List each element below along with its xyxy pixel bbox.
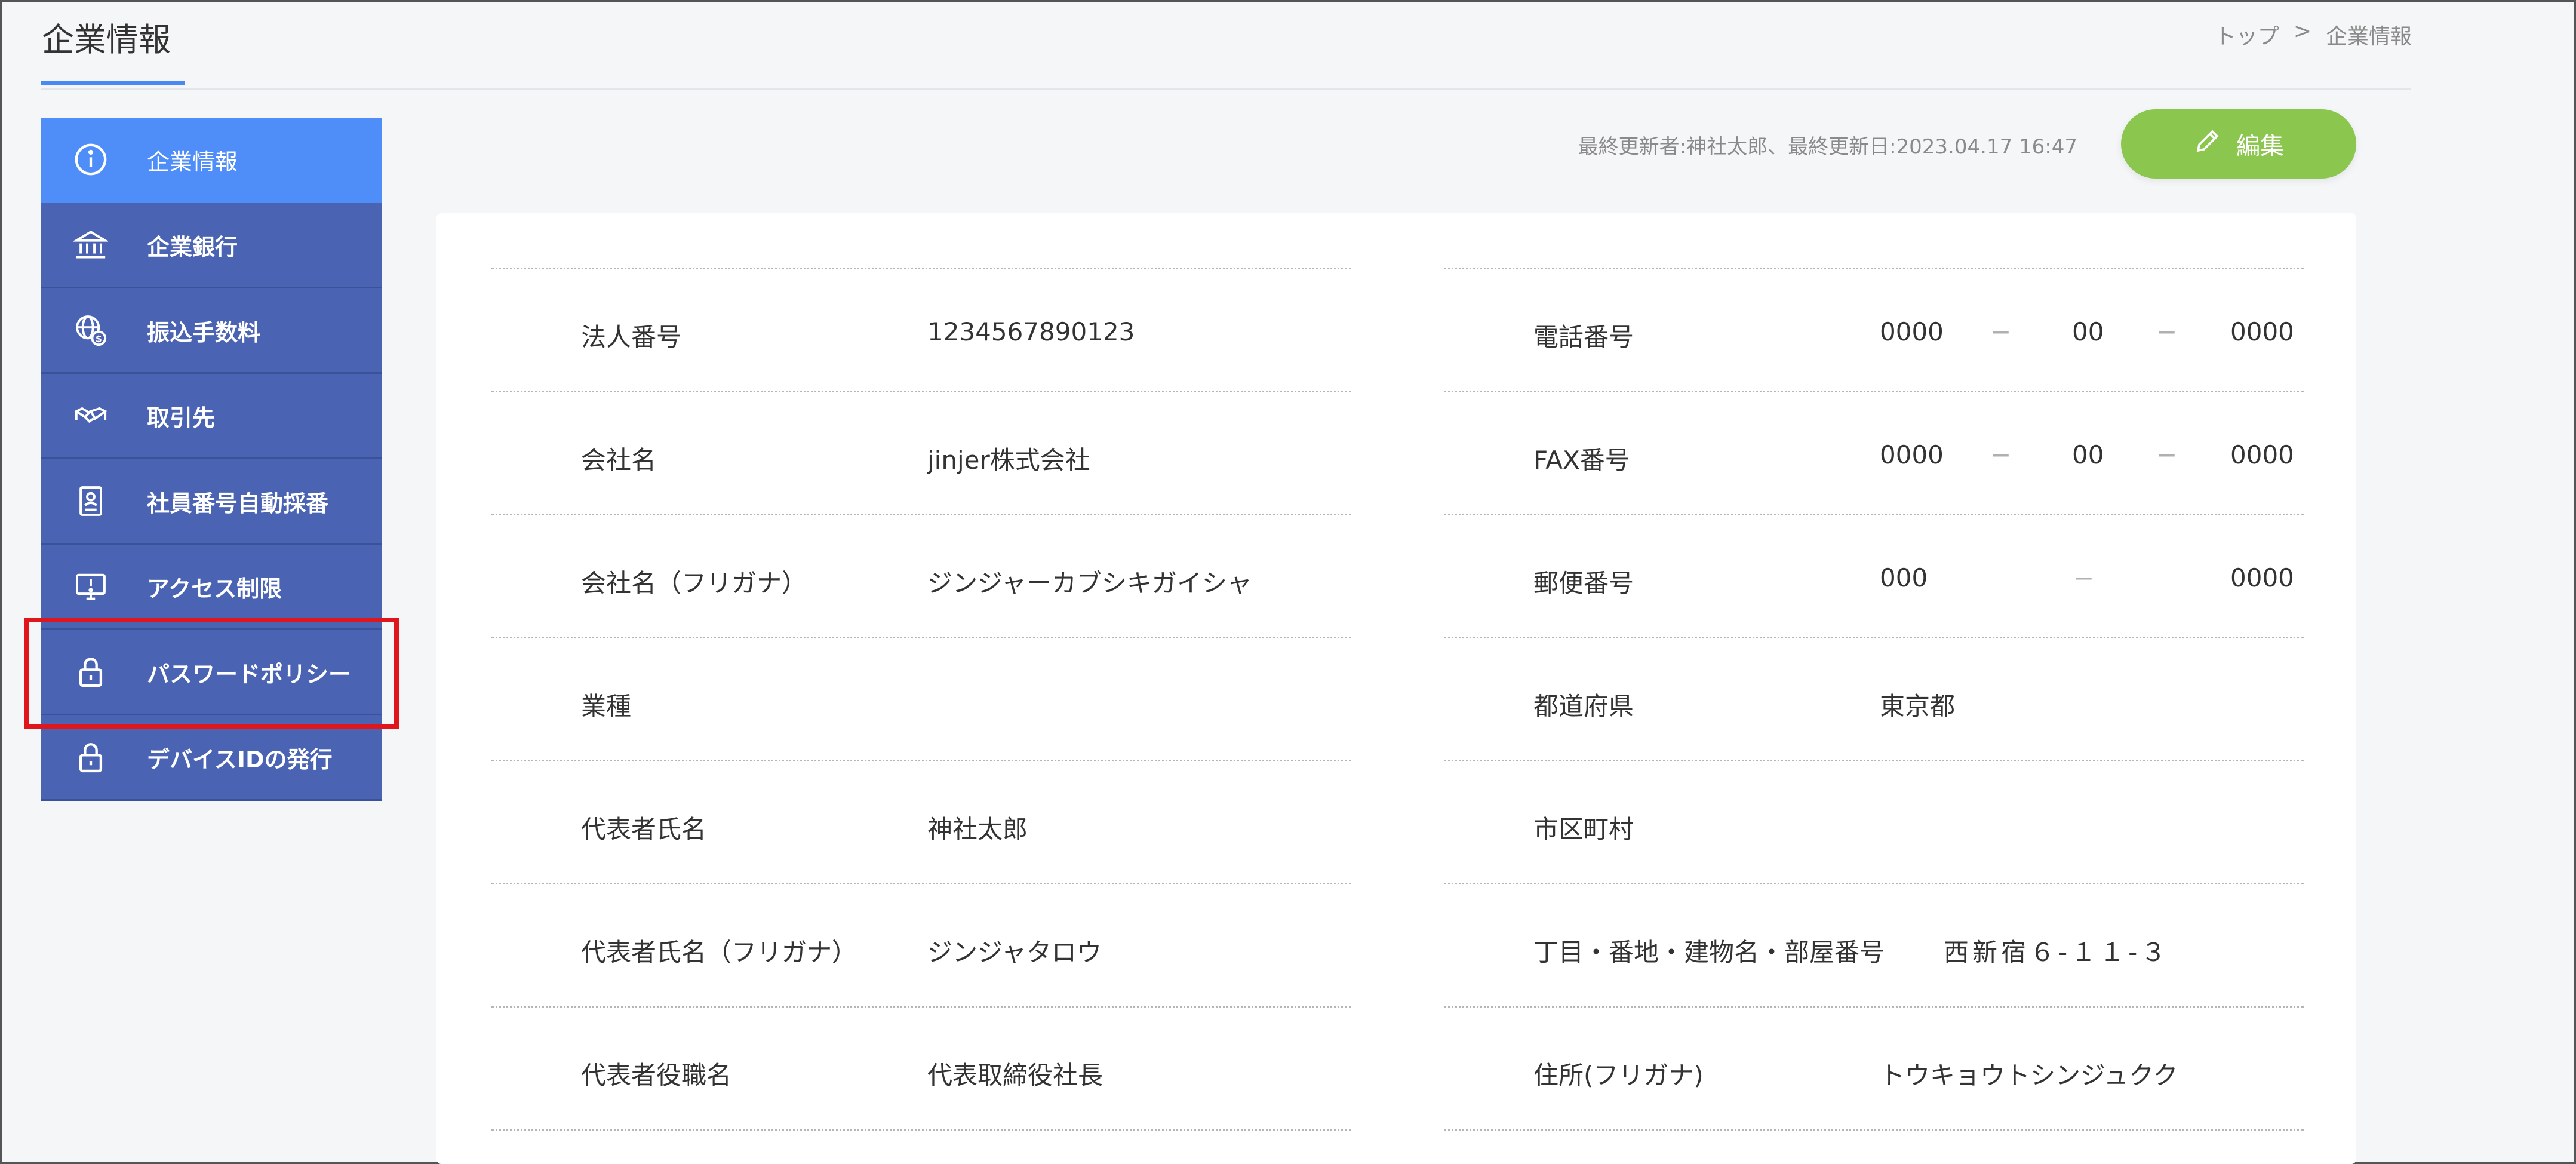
field-value: 代表取締役社長 — [927, 1061, 1103, 1090]
postal-separator: − — [2073, 563, 2095, 592]
field-row: 住所(フリガナ) トウキョウトシンジュクク — [1444, 1006, 2304, 1131]
sidebar-item-employee-number[interactable]: 社員番号自動採番 — [41, 459, 382, 545]
breadcrumb-separator: > — [2293, 19, 2311, 44]
field-value: 神社太郎 — [927, 815, 1028, 844]
field-value: ジンジャーカブシキガイシャ — [927, 569, 1252, 598]
field-value: 東京都 — [1880, 692, 1956, 721]
postal-part-2: 0000 — [2230, 563, 2294, 592]
field-row: 会社名 jinjer株式会社 — [491, 391, 1351, 514]
info-icon — [67, 142, 115, 177]
sidebar-item-label: 企業情報 — [147, 148, 238, 175]
sidebar-item-company-bank[interactable]: 企業銀行 — [41, 203, 382, 288]
handshake-icon — [67, 398, 115, 433]
monitor-alert-icon — [67, 569, 115, 604]
field-row: 代表者役職名 代表取締役社長 — [491, 1006, 1351, 1131]
fax-part-3: 0000 — [2230, 440, 2294, 469]
edit-button-label: 編集 — [2236, 133, 2284, 160]
phone-part-1: 0000 — [1880, 317, 1944, 346]
sidebar-item-label: 企業銀行 — [147, 234, 238, 260]
field-row: 法人番号 1234567890123 — [491, 268, 1351, 391]
field-label: 会社名（フリガナ） — [581, 569, 807, 598]
field-label: 住所(フリガナ) — [1533, 1061, 1704, 1090]
fax-row: FAX番号 0000 − 00 − 0000 — [1444, 391, 2304, 514]
company-fields-right: 電話番号 0000 − 00 − 0000 FAX番号 0000 − 00 − … — [1444, 268, 2304, 1131]
highlight-annotation-box — [24, 618, 399, 729]
field-label: 丁目・番地・建物名・部屋番号 — [1533, 938, 1885, 967]
sidebar-item-label: デバイスIDの発行 — [147, 746, 333, 773]
field-label: 法人番号 — [581, 323, 682, 352]
field-value: jinjer株式会社 — [927, 446, 1090, 475]
field-label: 郵便番号 — [1533, 569, 1634, 598]
field-row: 会社名（フリガナ） ジンジャーカブシキガイシャ — [491, 514, 1351, 637]
field-value: 西新宿６-１１-３ — [1944, 938, 2170, 967]
globe-money-icon: $ — [67, 313, 115, 348]
last-updated-info: 最終更新者:神社太郎、最終更新日:2023.04.17 16:47 — [1578, 135, 2077, 159]
field-label: 代表者役職名 — [581, 1061, 732, 1090]
phone-separator: − — [1990, 317, 2012, 346]
title-underline — [41, 81, 185, 85]
field-label: 都道府県 — [1533, 692, 1634, 721]
field-row: 業種 — [491, 637, 1351, 760]
company-fields-left: 法人番号 1234567890123 会社名 jinjer株式会社 会社名（フリ… — [491, 268, 1351, 1131]
svg-text:$: $ — [96, 333, 102, 344]
fax-separator: − — [1990, 440, 2012, 469]
phone-part-2: 00 — [2072, 317, 2104, 346]
field-row: 都道府県 東京都 — [1444, 637, 2304, 760]
field-value: 1234567890123 — [927, 317, 1135, 346]
breadcrumb: トップ > 企業情報 — [2215, 19, 2412, 50]
field-value: ジンジャタロウ — [927, 938, 1102, 967]
sidebar-item-company-info[interactable]: 企業情報 — [41, 118, 382, 203]
field-value: トウキョウトシンジュクク — [1880, 1061, 2178, 1090]
field-label: 市区町村 — [1533, 815, 1634, 844]
field-row: 市区町村 — [1444, 760, 2304, 883]
bank-icon — [67, 228, 115, 262]
breadcrumb-current: 企業情報 — [2325, 24, 2412, 49]
fax-separator: − — [2156, 440, 2178, 469]
sidebar-item-label: 取引先 — [147, 404, 216, 431]
sidebar-item-transfer-fee[interactable]: $ 振込手数料 — [41, 288, 382, 374]
page-title: 企業情報 — [42, 21, 171, 59]
field-label: 電話番号 — [1533, 323, 1634, 352]
phone-row: 電話番号 0000 − 00 − 0000 — [1444, 268, 2304, 391]
field-row: 代表者氏名（フリガナ） ジンジャタロウ — [491, 883, 1351, 1006]
sidebar-item-label: 社員番号自動採番 — [147, 490, 329, 517]
phone-separator: − — [2156, 317, 2178, 346]
sidebar-item-clients[interactable]: 取引先 — [41, 374, 382, 459]
field-row: 丁目・番地・建物名・部屋番号 西新宿６-１１-３ — [1444, 883, 2304, 1006]
phone-part-3: 0000 — [2230, 317, 2294, 346]
postal-row: 郵便番号 000 − 0000 — [1444, 514, 2304, 637]
field-row: 代表者氏名 神社太郎 — [491, 760, 1351, 883]
field-label: 代表者氏名（フリガナ） — [581, 938, 857, 967]
postal-part-1: 000 — [1880, 563, 1928, 592]
sidebar-item-label: 振込手数料 — [147, 319, 261, 346]
field-label: 代表者氏名 — [581, 815, 707, 844]
header-divider — [41, 88, 2411, 90]
field-label: FAX番号 — [1533, 446, 1630, 475]
field-label: 業種 — [581, 692, 632, 721]
fax-part-1: 0000 — [1880, 440, 1944, 469]
id-card-icon — [67, 484, 115, 518]
fax-part-2: 00 — [2072, 440, 2104, 469]
field-label: 会社名 — [581, 446, 657, 475]
sidebar-item-label: アクセス制限 — [147, 575, 282, 602]
pencil-icon — [2193, 127, 2222, 161]
edit-button[interactable]: 編集 — [2121, 109, 2356, 179]
breadcrumb-top-link[interactable]: トップ — [2215, 19, 2279, 50]
lock-icon — [67, 740, 115, 775]
